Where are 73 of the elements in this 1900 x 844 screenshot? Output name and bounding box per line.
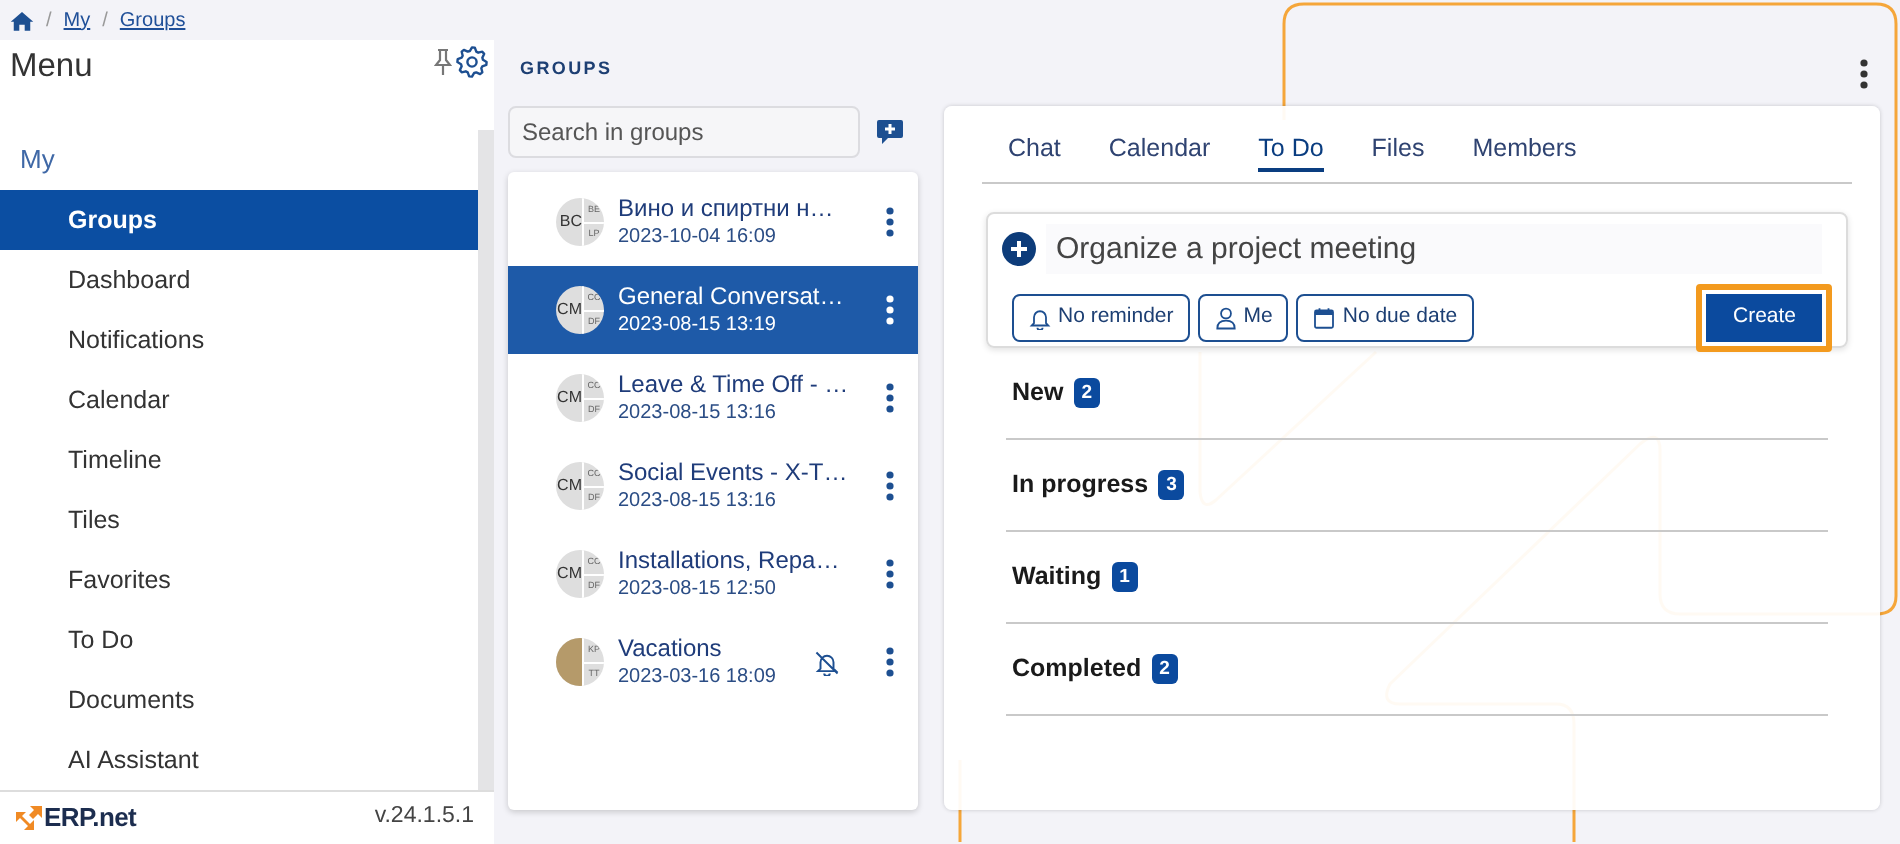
group-timestamp: 2023-08-15 13:19 xyxy=(618,314,778,338)
menu-item[interactable]: To Do xyxy=(0,610,478,670)
status-heading: Waiting xyxy=(1012,560,1102,595)
more-options-icon[interactable] xyxy=(886,470,894,502)
reminder-button[interactable]: No reminder xyxy=(1012,294,1190,342)
more-options-icon[interactable] xyxy=(1860,57,1868,89)
person-icon xyxy=(1213,306,1238,330)
count-badge: 3 xyxy=(1158,470,1185,500)
count-badge: 2 xyxy=(1073,378,1100,408)
menu-item[interactable]: Notifications xyxy=(0,310,478,370)
status-heading: Completed xyxy=(1012,652,1142,687)
tab[interactable]: Files xyxy=(1371,128,1425,172)
scrollbar[interactable] xyxy=(478,130,494,790)
menu-item[interactable]: Groups xyxy=(0,190,478,250)
tab[interactable]: Members xyxy=(1472,128,1577,172)
more-options-icon[interactable] xyxy=(886,558,894,590)
avatar-initials: CM xyxy=(556,562,582,586)
due-date-button[interactable]: No due date xyxy=(1296,294,1474,342)
more-options-icon[interactable] xyxy=(886,646,894,678)
assignee-button[interactable]: Me xyxy=(1197,294,1289,342)
group-timestamp: 2023-08-15 13:16 xyxy=(618,490,778,514)
tab[interactable]: Calendar xyxy=(1108,128,1211,172)
breadcrumb-link[interactable]: Groups xyxy=(119,5,186,35)
home-icon[interactable] xyxy=(10,9,34,31)
breadcrumb-link[interactable]: My xyxy=(63,5,91,35)
status-heading: New xyxy=(1012,376,1064,411)
group-timestamp: 2023-03-16 18:09 xyxy=(618,666,778,690)
group-timestamp: 2023-08-15 12:50 xyxy=(618,578,778,602)
pin-icon[interactable] xyxy=(434,48,452,76)
menu-item[interactable]: Timeline xyxy=(0,430,478,490)
menu-title: Menu xyxy=(10,46,93,88)
create-button[interactable]: Create xyxy=(1696,284,1832,352)
section-heading: GROUPS xyxy=(518,56,615,82)
more-options-icon[interactable] xyxy=(886,206,894,238)
avatar-initials: CM xyxy=(556,386,582,410)
avatar-initials: BC xyxy=(557,210,582,234)
count-badge: 2 xyxy=(1151,654,1178,684)
menu-item[interactable]: Documents xyxy=(0,670,478,730)
new-chat-icon[interactable] xyxy=(876,118,904,146)
group-title: Installations, Repa… xyxy=(618,546,842,574)
menu-item[interactable]: Dashboard xyxy=(0,250,478,310)
menu-section-label: My xyxy=(18,142,57,178)
version-label: v.24.1.5.1 xyxy=(374,802,474,833)
menu-item[interactable]: Tiles xyxy=(0,490,478,550)
photo-placeholder xyxy=(556,638,582,686)
status-heading: In progress xyxy=(1012,468,1149,503)
count-badge: 1 xyxy=(1111,562,1138,592)
logo-icon xyxy=(16,806,42,830)
group-timestamp: 2023-08-15 13:16 xyxy=(618,402,778,426)
group-timestamp: 2023-10-04 16:09 xyxy=(618,226,778,250)
group-title: Leave & Time Off - … xyxy=(618,370,851,398)
more-options-icon[interactable] xyxy=(886,382,894,414)
more-options-icon[interactable] xyxy=(886,294,894,326)
settings-icon[interactable] xyxy=(456,46,488,78)
calendar-icon xyxy=(1312,306,1337,330)
avatar-initials: CM xyxy=(556,298,582,322)
menu-item[interactable]: Favorites xyxy=(0,550,478,610)
menu-item[interactable]: AI Assistant xyxy=(0,730,478,790)
task-title-field[interactable]: Organize a project meeting xyxy=(1046,223,1822,273)
group-title: Vacations xyxy=(618,634,724,662)
logo-text: ERP.net xyxy=(44,800,137,837)
group-title: Social Events - X-T… xyxy=(618,458,850,486)
group-title: General Conversat… xyxy=(618,282,846,310)
avatar-initials: CM xyxy=(556,474,582,498)
search-field[interactable]: Search in groups xyxy=(508,106,860,158)
tab[interactable]: To Do xyxy=(1258,128,1324,172)
group-title: Вино и спиртни н… xyxy=(618,194,836,222)
menu-item[interactable]: Calendar xyxy=(0,370,478,430)
bell-icon xyxy=(1028,306,1052,330)
breadcrumb-separator: / xyxy=(46,7,52,35)
add-icon[interactable] xyxy=(1002,231,1036,265)
tab[interactable]: Chat xyxy=(1008,128,1061,172)
breadcrumb-separator: / xyxy=(102,7,108,35)
